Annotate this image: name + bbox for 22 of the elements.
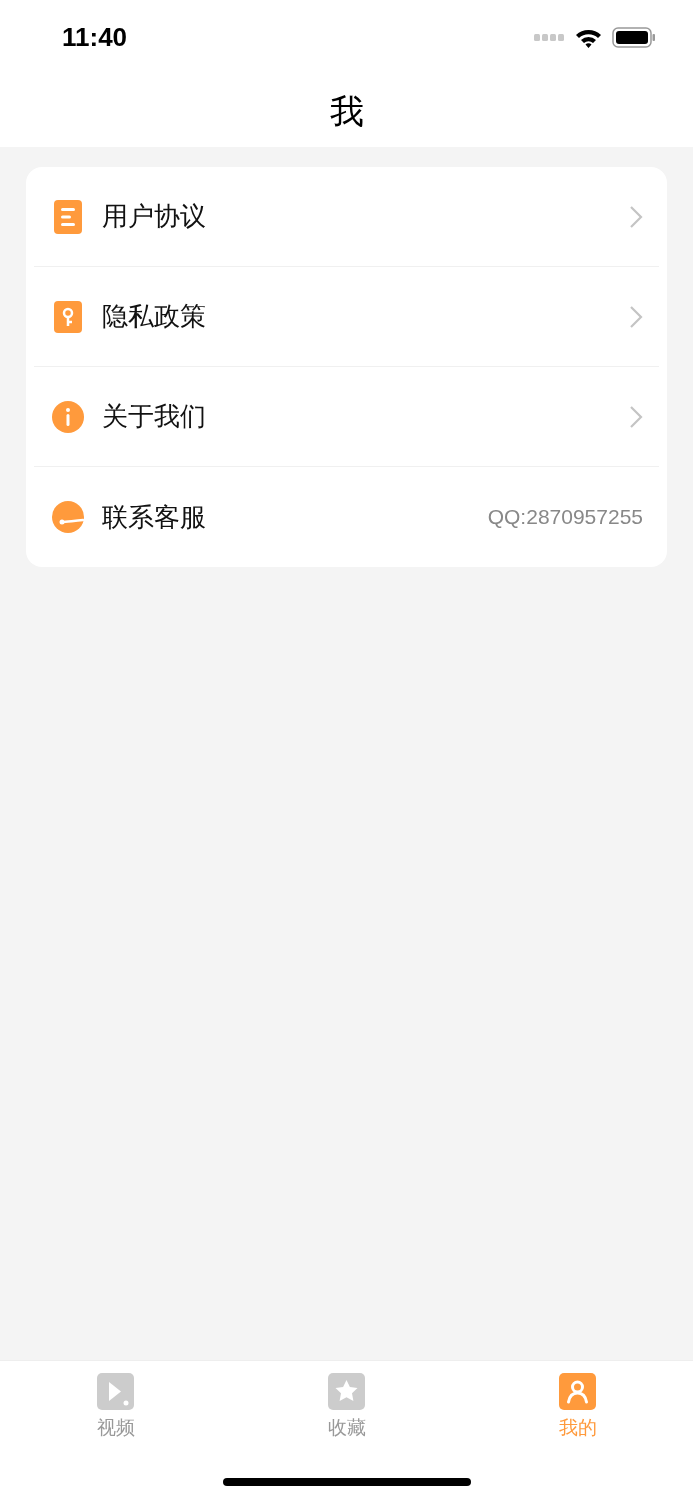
play-icon [97,1373,134,1410]
user-icon [559,1373,596,1410]
chevron-right-icon [629,204,643,229]
menu-item[interactable]: 联系客服 QQ:2870957255 [34,467,659,567]
wifi-icon [575,27,602,48]
chevron-right-icon [629,404,643,429]
chevron-right-icon [629,304,643,329]
page-title: 我 [329,90,364,132]
menu-item[interactable]: 隐私政策 [34,267,659,367]
menu-label: 隐私政策 [102,300,207,333]
menu-item[interactable]: 用户协议 [34,167,659,267]
menu-label: 关于我们 [102,400,207,433]
menu-label: 联系客服 [102,500,207,534]
battery-icon [612,27,655,48]
qq-number: QQ:2870957255 [487,504,643,531]
document-icon [54,199,82,234]
signal-icon [534,34,565,41]
status-time: 11:40 [62,21,128,54]
menu-item[interactable]: 关于我们 [34,367,659,467]
key-icon [54,300,82,333]
menu-label: 用户协议 [102,200,207,233]
info-icon [52,400,84,433]
